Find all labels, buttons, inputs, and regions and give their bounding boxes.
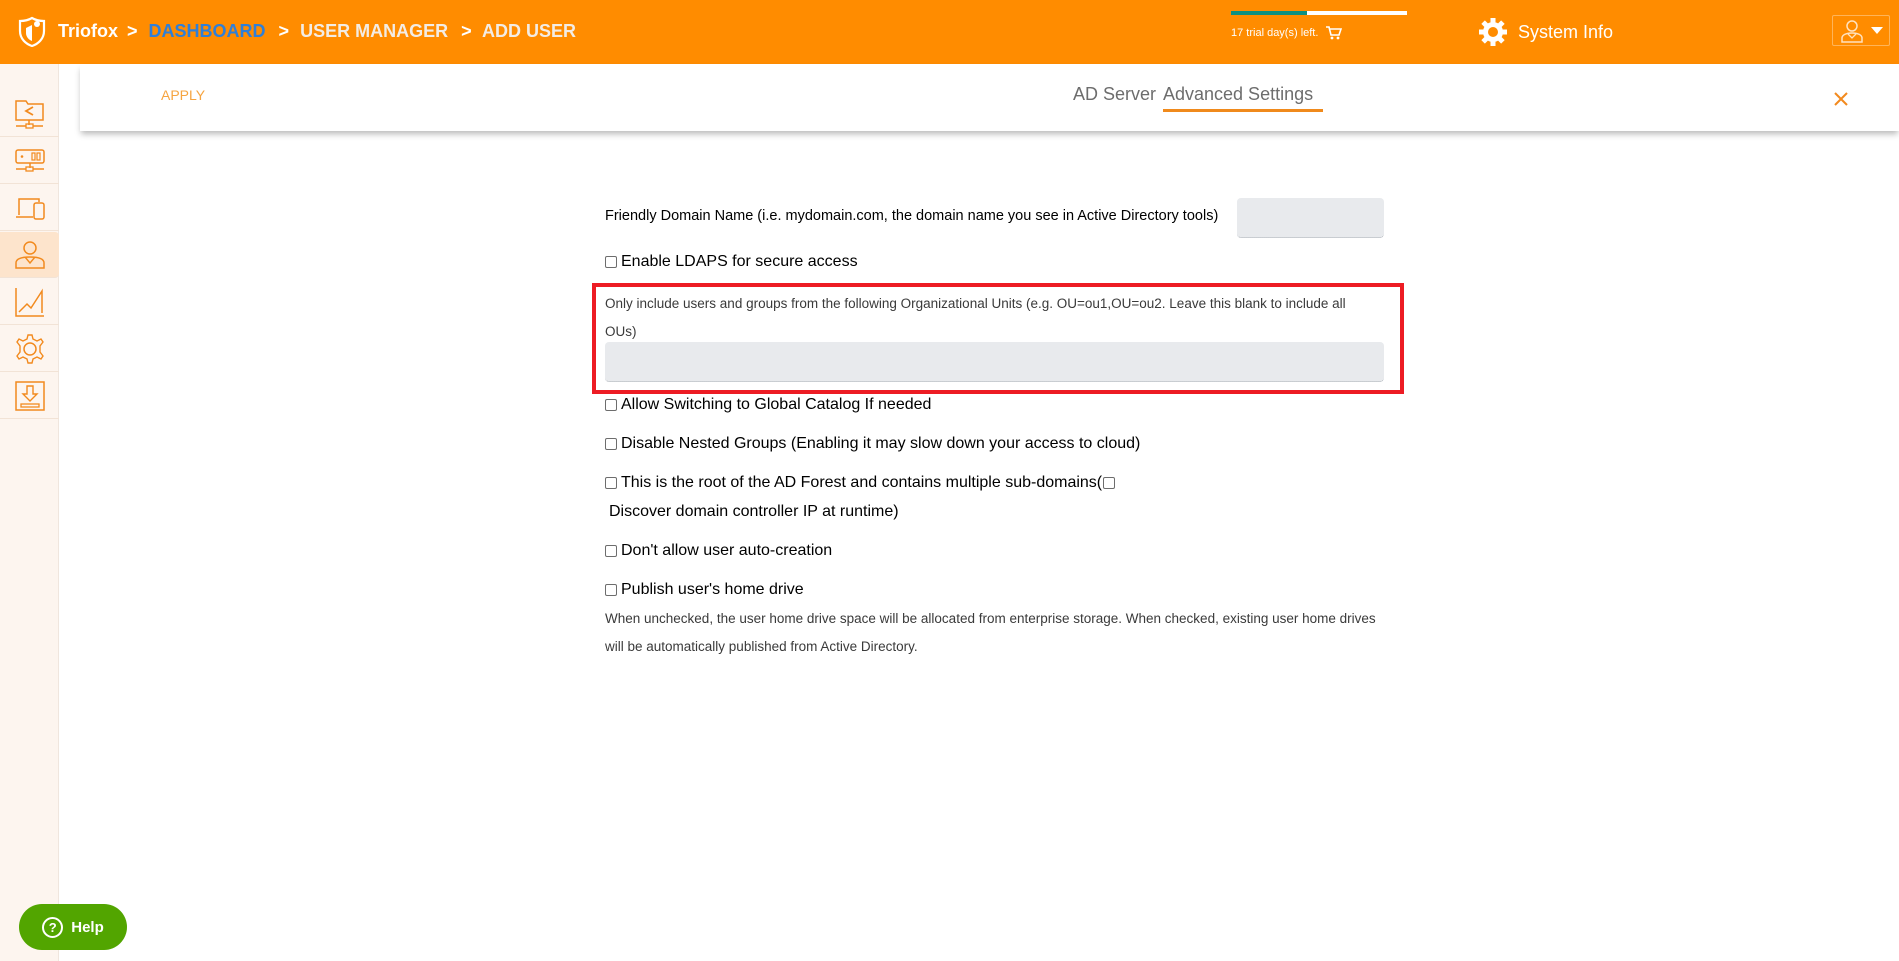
global-catalog-label: Allow Switching to Global Catalog If nee… (621, 396, 932, 413)
chevron-down-icon (1871, 27, 1883, 34)
help-button[interactable]: ? Help (19, 904, 127, 950)
discover-dc-label: Discover domain controller IP at runtime… (609, 503, 899, 520)
enable-ldaps-checkbox[interactable] (605, 256, 617, 268)
friendly-domain-label-text: Friendly Domain Name (i.e. mydomain.com,… (605, 208, 1219, 224)
shopping-cart-icon[interactable] (1326, 26, 1343, 40)
close-icon[interactable] (1831, 89, 1851, 109)
auto-creation-option: Don't allow user auto-creation (605, 542, 832, 560)
download-icon (14, 380, 45, 411)
sidebar-item-servers[interactable] (0, 138, 59, 184)
breadcrumb: > DASHBOARD > USER MANAGER > ADD USER (127, 21, 584, 42)
chart-icon (14, 287, 44, 317)
home-drive-option: Publish user's home drive (605, 581, 804, 599)
breadcrumb-user-manager[interactable]: USER MANAGER (300, 21, 448, 41)
top-header: Triofox > DASHBOARD > USER MANAGER > ADD… (0, 0, 1899, 64)
triofox-logo-icon (18, 16, 46, 47)
ad-forest-label: This is the root of the AD Forest and co… (621, 474, 1103, 491)
settings-toolbar: APPLY AD Server Advanced Settings (80, 64, 1899, 131)
user-avatar-icon (1841, 19, 1863, 43)
trial-progress-fill (1231, 11, 1307, 15)
sidebar-item-devices[interactable] (0, 185, 59, 231)
enable-ldaps-option: Enable LDAPS for secure access (605, 253, 858, 271)
trial-progress-bar (1231, 11, 1407, 15)
settings-icon (15, 333, 44, 364)
trial-status: 17 trial day(s) left. (1231, 11, 1407, 40)
home-drive-note: When unchecked, the user home drive spac… (605, 611, 1376, 654)
breadcrumb-separator: > (278, 21, 290, 41)
global-catalog-checkbox[interactable] (605, 399, 617, 411)
ou-filter-input[interactable] (605, 342, 1384, 382)
system-info-button[interactable]: System Info (1478, 17, 1613, 47)
global-catalog-option: Allow Switching to Global Catalog If nee… (605, 396, 931, 414)
gear-icon (1479, 18, 1507, 46)
ou-filter-label: Only include users and groups from the f… (605, 296, 1346, 339)
user-icon (14, 240, 45, 269)
nested-groups-option: Disable Nested Groups (Enabling it may s… (605, 435, 1140, 453)
system-info-label: System Info (1518, 21, 1614, 42)
home-drive-label: Publish user's home drive (621, 581, 804, 598)
help-label: Help (71, 918, 104, 936)
user-menu-dropdown[interactable] (1832, 15, 1890, 46)
sidebar-item-reports[interactable] (0, 279, 59, 325)
friendly-domain-input[interactable] (1237, 198, 1384, 238)
breadcrumb-separator: > (461, 21, 472, 41)
shared-folder-icon (14, 99, 44, 129)
auto-creation-label: Don't allow user auto-creation (621, 542, 833, 559)
tab-ad-server[interactable]: AD Server (1073, 84, 1156, 110)
nested-groups-checkbox[interactable] (605, 438, 617, 450)
sidebar-item-users[interactable] (0, 232, 59, 278)
discover-dc-option: Discover domain controller IP at runtime… (609, 503, 899, 521)
discover-dc-checkbox[interactable] (1103, 477, 1116, 489)
server-icon (14, 148, 45, 172)
friendly-domain-label: Friendly Domain Name (i.e. mydomain.com,… (605, 208, 1218, 224)
ad-forest-option: This is the root of the AD Forest and co… (605, 474, 1119, 492)
trial-days-text: 17 trial day(s) left. (1231, 27, 1319, 39)
breadcrumb-separator: > (127, 21, 138, 41)
ad-forest-checkbox[interactable] (605, 477, 617, 489)
sidebar-item-shares[interactable] (0, 91, 59, 137)
home-drive-checkbox[interactable] (605, 584, 617, 596)
nested-groups-label: Disable Nested Groups (Enabling it may s… (621, 435, 1141, 452)
breadcrumb-dashboard[interactable]: DASHBOARD (149, 21, 266, 41)
sidebar (0, 64, 59, 961)
auto-creation-checkbox[interactable] (605, 545, 617, 557)
sidebar-item-downloads[interactable] (0, 373, 59, 419)
tab-advanced-settings[interactable]: Advanced Settings (1163, 84, 1324, 112)
enable-ldaps-label: Enable LDAPS for secure access (621, 253, 858, 270)
devices-icon (15, 197, 45, 220)
sidebar-item-settings[interactable] (0, 326, 59, 372)
question-icon: ? (42, 916, 64, 938)
brand-name[interactable]: Triofox (58, 21, 118, 42)
apply-button[interactable]: APPLY (161, 87, 205, 103)
breadcrumb-add-user: ADD USER (481, 21, 576, 41)
